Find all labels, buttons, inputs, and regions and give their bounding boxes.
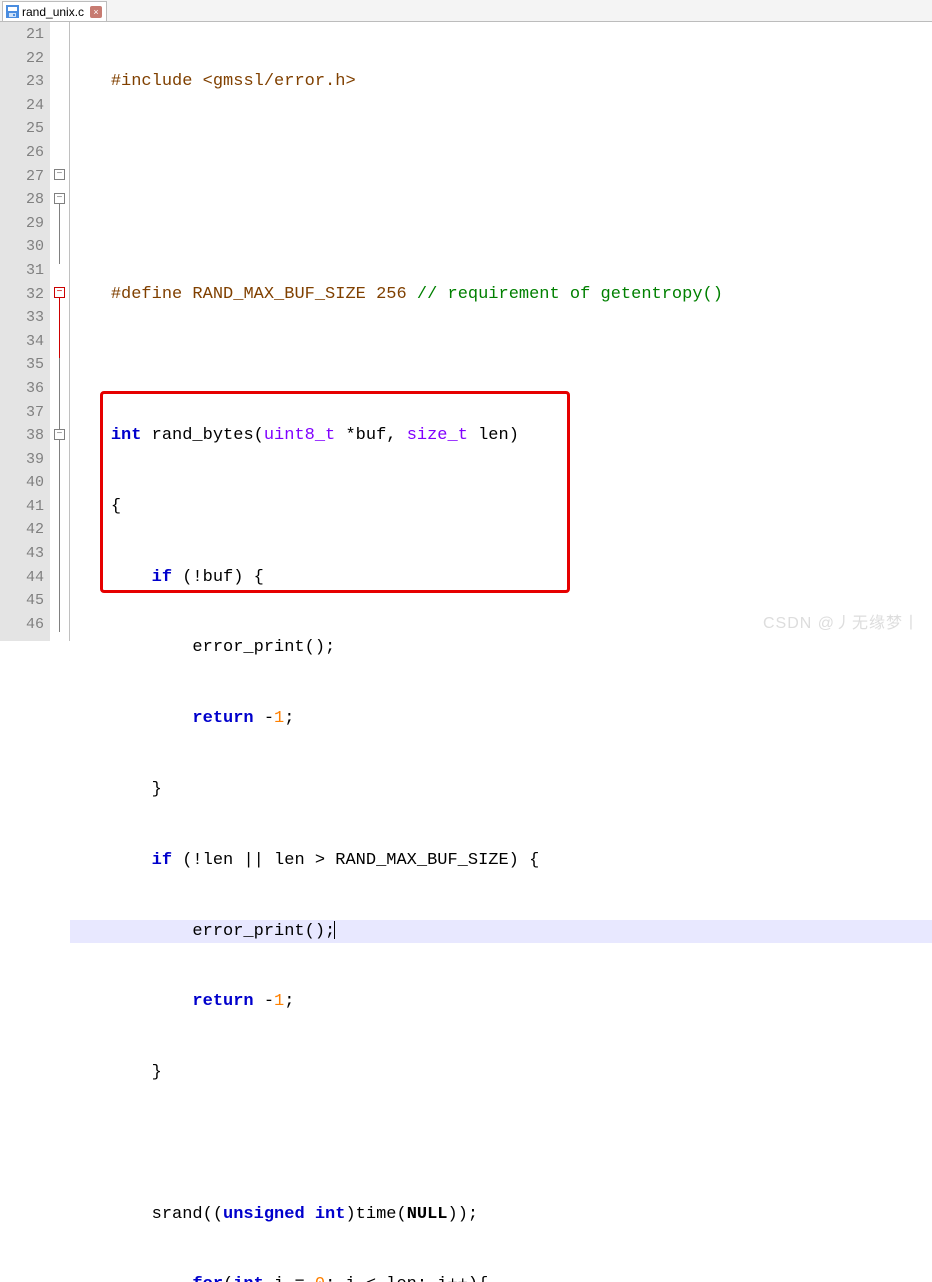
code-line: } [70, 1061, 932, 1085]
line-gutter: 2122232425262728293031323334353637383940… [0, 22, 50, 641]
line-number: 46 [0, 613, 44, 637]
code-line: for(int i = 0; i < len; i++){ [70, 1273, 932, 1282]
line-number: 40 [0, 471, 44, 495]
fold-box-icon[interactable]: − [54, 429, 65, 440]
line-number: 29 [0, 212, 44, 236]
code-line: if (!len || len > RAND_MAX_BUF_SIZE) { [70, 849, 932, 873]
code-line: return -1; [70, 990, 932, 1014]
line-number: 37 [0, 401, 44, 425]
code-editor[interactable]: 2122232425262728293031323334353637383940… [0, 22, 932, 641]
line-number: 22 [0, 47, 44, 71]
line-number: 39 [0, 448, 44, 472]
tab-bar: rand_unix.c × [0, 0, 932, 22]
close-icon[interactable]: × [90, 6, 102, 18]
tab-filename: rand_unix.c [22, 5, 84, 19]
line-number: 34 [0, 330, 44, 354]
line-number: 33 [0, 306, 44, 330]
line-number: 35 [0, 353, 44, 377]
save-icon [5, 5, 19, 19]
code-line [70, 1132, 932, 1156]
text-cursor [334, 921, 335, 939]
code-line [70, 353, 932, 377]
line-number: 25 [0, 117, 44, 141]
line-number: 24 [0, 94, 44, 118]
code-line [70, 141, 932, 165]
line-number: 42 [0, 518, 44, 542]
line-number: 23 [0, 70, 44, 94]
line-number: 32 [0, 283, 44, 307]
highlight-box [100, 391, 570, 593]
fold-line [59, 204, 60, 264]
line-number: 38 [0, 424, 44, 448]
code-line: int rand_bytes(uint8_t *buf, size_t len) [70, 424, 932, 448]
line-number: 45 [0, 589, 44, 613]
line-number: 27 [0, 165, 44, 189]
line-number: 28 [0, 188, 44, 212]
fold-box-icon[interactable]: − [54, 169, 65, 180]
line-number: 36 [0, 377, 44, 401]
line-number: 43 [0, 542, 44, 566]
file-tab[interactable]: rand_unix.c × [2, 1, 107, 21]
line-number: 44 [0, 566, 44, 590]
code-line: if (!buf) { [70, 566, 932, 590]
code-line: #include <gmssl/error.h> [70, 70, 932, 94]
code-line: return -1; [70, 707, 932, 731]
line-number: 41 [0, 495, 44, 519]
fold-box-icon[interactable]: − [54, 193, 65, 204]
code-line-current: error_print(); [70, 920, 932, 944]
fold-margin: − − − − [50, 22, 70, 641]
code-line: srand((unsigned int)time(NULL)); [70, 1203, 932, 1227]
code-line: #define RAND_MAX_BUF_SIZE 256 // require… [70, 283, 932, 307]
code-line: } [70, 778, 932, 802]
watermark: CSDN @丿无缘梦丨 [763, 609, 920, 633]
code-area[interactable]: #include <gmssl/error.h> #define RAND_MA… [70, 22, 932, 641]
line-number: 31 [0, 259, 44, 283]
code-line: error_print(); [70, 636, 932, 660]
fold-line [59, 298, 60, 358]
fold-line [59, 358, 60, 632]
line-number: 30 [0, 235, 44, 259]
code-line: { [70, 495, 932, 519]
line-number: 21 [0, 23, 44, 47]
fold-box-icon[interactable]: − [54, 287, 65, 298]
code-line [70, 212, 932, 236]
line-number: 26 [0, 141, 44, 165]
